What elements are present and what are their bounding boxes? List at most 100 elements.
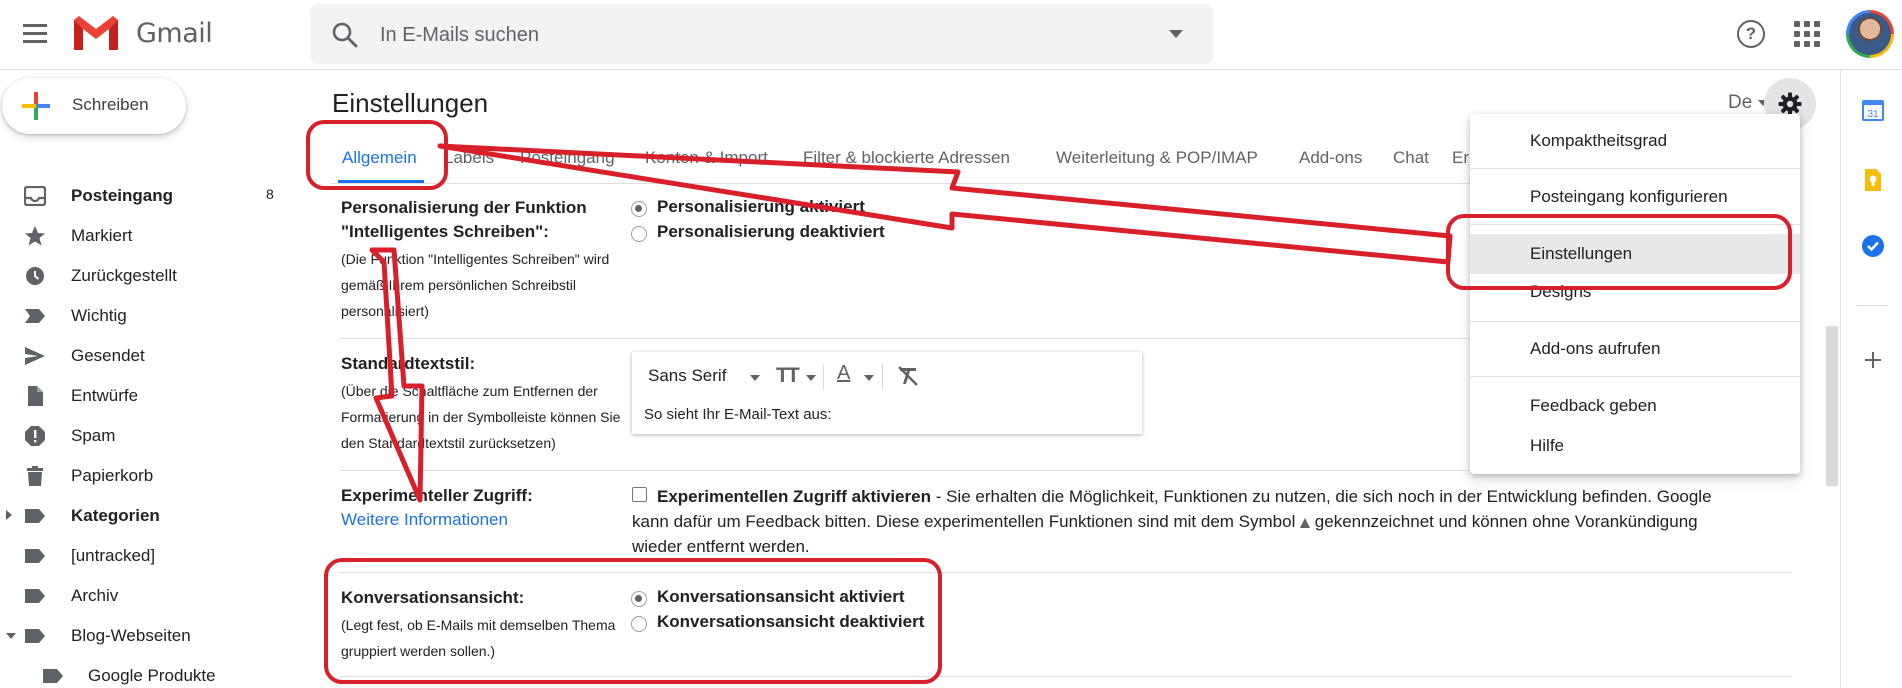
- sidebar-item-untracked[interactable]: [untracked]: [0, 536, 290, 576]
- sidebar-item-categories[interactable]: Kategorien: [0, 496, 290, 536]
- tab-forwarding[interactable]: Weiterleitung & POP/IMAP: [1056, 148, 1258, 168]
- active-tab-indicator: [338, 180, 424, 183]
- sidebar-item-important[interactable]: Wichtig: [0, 296, 290, 336]
- sidebar-item-label: Archiv: [71, 586, 119, 605]
- sidebar-item-google-produkte[interactable]: Google Produkte: [0, 656, 290, 688]
- toolbar-separator: [882, 364, 883, 390]
- menu-item-send-feedback[interactable]: Feedback geben: [1470, 386, 1800, 426]
- personalization-on-label: Personalisierung aktiviert: [657, 197, 865, 216]
- sidebar-item-label: Blog-Webseiten: [71, 626, 191, 645]
- sidebar-item-label: Spam: [71, 426, 116, 445]
- text-style-editor[interactable]: Sans Serif TT A So sieht Ihr E-Mail-Text…: [632, 352, 1142, 434]
- text-color-icon[interactable]: A: [837, 362, 850, 385]
- collapse-caret-icon[interactable]: [6, 633, 16, 639]
- main-menu-icon[interactable]: [20, 18, 50, 48]
- trash-icon: [27, 466, 43, 486]
- font-dropdown-icon[interactable]: [750, 375, 760, 381]
- font-size-icon[interactable]: TT: [776, 364, 800, 388]
- compose-label: Schreiben: [72, 95, 149, 114]
- menu-divider: [1470, 321, 1800, 322]
- menu-item-configure-inbox[interactable]: Posteingang konfigurieren: [1470, 177, 1800, 217]
- search-options-icon[interactable]: [1169, 30, 1183, 38]
- text-style-title: Standardtextstil:: [341, 354, 476, 373]
- unread-count: 8: [266, 186, 274, 202]
- keep-icon[interactable]: [1861, 168, 1885, 192]
- apps-grid-icon[interactable]: [1794, 21, 1820, 47]
- sidebar-item-label: Papierkorb: [71, 466, 154, 485]
- remove-formatting-icon[interactable]: [896, 364, 920, 388]
- sidebar-item-spam[interactable]: Spam: [0, 416, 290, 456]
- help-icon[interactable]: ?: [1737, 20, 1765, 48]
- important-icon: [25, 309, 45, 323]
- compose-button[interactable]: Schreiben: [2, 78, 186, 134]
- sidebar-item-starred[interactable]: Markiert: [0, 216, 290, 256]
- page-title: Einstellungen: [332, 88, 489, 118]
- label-icon: [25, 589, 45, 603]
- conversation-on-radio[interactable]: [631, 591, 647, 607]
- conversation-view-description: (Legt fest, ob E-Mails mit demselben The…: [341, 617, 616, 659]
- label-icon: [43, 669, 63, 683]
- tab-inbox[interactable]: Posteingang: [520, 148, 615, 168]
- side-panel: 31: [1840, 70, 1902, 688]
- toolbar-separator: [823, 364, 824, 390]
- gmail-logo[interactable]: [72, 14, 120, 52]
- sidebar-item-trash[interactable]: Papierkorb: [0, 456, 290, 496]
- tab-filters[interactable]: Filter & blockierte Adressen: [803, 148, 1010, 168]
- sidebar-item-drafts[interactable]: Entwürfe: [0, 376, 290, 416]
- menu-item-settings[interactable]: Einstellungen: [1470, 234, 1800, 274]
- experimental-desc-3: wieder entfernt werden.: [632, 537, 810, 556]
- language-selector[interactable]: De: [1728, 92, 1752, 114]
- label-icon: [25, 549, 45, 563]
- conversation-off-radio[interactable]: [631, 616, 647, 632]
- spam-icon: [25, 426, 45, 446]
- sidebar-item-inbox[interactable]: Posteingang 8: [0, 176, 290, 216]
- row-divider: [340, 572, 1792, 573]
- sidebar-item-label: Zurückgestellt: [71, 266, 177, 285]
- tab-accounts-import[interactable]: Konten & Import: [645, 148, 768, 168]
- tab-addons[interactable]: Add-ons: [1299, 148, 1362, 168]
- tab-labels[interactable]: Labels: [444, 148, 494, 168]
- calendar-icon[interactable]: 31: [1861, 98, 1885, 122]
- sidebar-item-blog-webseiten[interactable]: Blog-Webseiten: [0, 616, 290, 656]
- search-input[interactable]: [380, 18, 1100, 52]
- draft-icon: [28, 386, 43, 406]
- sidebar-item-label: Kategorien: [71, 506, 160, 525]
- account-avatar[interactable]: [1846, 10, 1894, 58]
- sidebar-item-sent[interactable]: Gesendet: [0, 336, 290, 376]
- sidebar-item-archive[interactable]: Archiv: [0, 576, 290, 616]
- font-family-select[interactable]: Sans Serif: [648, 366, 726, 386]
- add-addon-icon[interactable]: [1861, 348, 1885, 372]
- text-color-dropdown-icon[interactable]: [864, 375, 874, 381]
- menu-item-density[interactable]: Kompaktheitsgrad: [1470, 121, 1800, 161]
- plus-icon: [22, 92, 50, 120]
- calendar-day: 31: [1867, 109, 1879, 120]
- tab-advanced[interactable]: Er: [1452, 148, 1469, 168]
- row-divider: [340, 676, 1792, 677]
- scrollbar-thumb[interactable]: [1826, 326, 1838, 486]
- send-icon: [25, 347, 45, 365]
- sidebar-nav: Posteingang 8 Markiert Zurückgestellt Wi…: [0, 176, 290, 688]
- menu-item-get-addons[interactable]: Add-ons aufrufen: [1470, 329, 1800, 369]
- tasks-icon[interactable]: [1861, 234, 1885, 258]
- search-icon[interactable]: [332, 22, 358, 48]
- inbox-icon: [24, 186, 46, 206]
- menu-item-help[interactable]: Hilfe: [1470, 426, 1800, 466]
- expand-caret-icon[interactable]: [6, 510, 12, 520]
- experimental-desc-1: - Sie erhalten die Möglichkeit, Funktion…: [930, 487, 1712, 506]
- tab-general[interactable]: Allgemein: [342, 148, 417, 168]
- gear-icon: [1778, 92, 1802, 116]
- menu-item-themes[interactable]: Designs: [1470, 272, 1800, 312]
- personalization-on-radio[interactable]: [631, 201, 647, 217]
- tab-chat[interactable]: Chat: [1393, 148, 1429, 168]
- experimental-text-line-2: kann dafür um Feedback bitten. Diese exp…: [632, 509, 1792, 534]
- gmail-wordmark: Gmail: [136, 18, 213, 49]
- sidebar-item-label: [untracked]: [71, 546, 156, 565]
- personalization-off-radio[interactable]: [631, 226, 647, 242]
- sidebar-item-label: Entwürfe: [71, 386, 139, 405]
- font-size-dropdown-icon[interactable]: [806, 375, 816, 381]
- sidebar-item-label: Posteingang: [71, 186, 174, 205]
- search-bar[interactable]: [310, 4, 1213, 64]
- sidebar-item-snoozed[interactable]: Zurückgestellt: [0, 256, 290, 296]
- learn-more-link[interactable]: Weitere Informationen: [341, 510, 508, 530]
- smart-compose-title: Personalisierung der Funktion "Intellige…: [341, 198, 587, 241]
